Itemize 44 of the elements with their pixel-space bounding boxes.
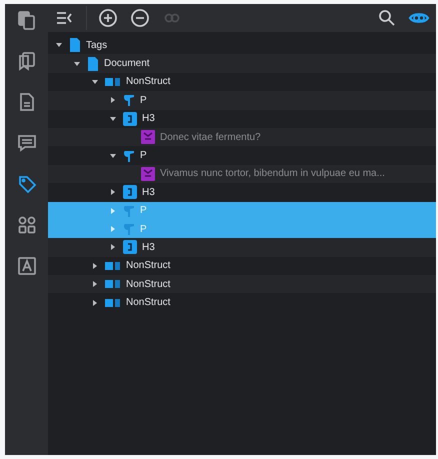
pilcrow-icon	[123, 222, 135, 236]
tree-row[interactable]: NonStruct	[48, 275, 436, 294]
layout-tab[interactable]	[16, 215, 36, 235]
caret-icon[interactable]	[109, 114, 117, 123]
heading-icon	[123, 185, 137, 200]
pilcrow-icon	[123, 93, 135, 108]
pilcrow-icon	[123, 204, 135, 218]
tree-row[interactable]: H3	[48, 238, 436, 257]
pilcrow-icon	[123, 148, 135, 163]
caret-icon[interactable]	[91, 298, 99, 307]
tree-row[interactable]: Donec vitae fermentu?	[48, 128, 436, 146]
page-icon	[69, 38, 81, 52]
caret-icon[interactable]	[109, 96, 117, 104]
tree-row[interactable]: H3	[48, 110, 436, 128]
caret-icon[interactable]	[55, 41, 63, 50]
tree-row[interactable]: Tags	[48, 36, 436, 54]
content-icon	[141, 130, 155, 144]
blocks-icon	[105, 260, 121, 271]
caret-icon[interactable]	[109, 152, 117, 160]
blocks-icon	[105, 298, 121, 308]
pages-tab[interactable]	[16, 10, 36, 30]
comments-tab[interactable]	[16, 133, 36, 153]
tree-row[interactable]: Vivamus nunc tortor, bibendum in vulpuae eu ma...	[48, 164, 436, 184]
page-icon	[87, 56, 99, 71]
remove-icon	[129, 7, 151, 29]
blocks-icon	[105, 76, 121, 87]
caret-icon[interactable]	[109, 243, 117, 252]
blocks-icon	[105, 279, 121, 290]
heading-icon	[123, 112, 137, 126]
caret-icon[interactable]	[73, 60, 81, 68]
caret-icon[interactable]	[91, 262, 99, 270]
tree-row[interactable]: Document	[48, 54, 436, 73]
tree-row[interactable]: P	[48, 91, 436, 110]
caret-icon[interactable]	[91, 78, 99, 86]
caret-icon[interactable]	[109, 188, 117, 196]
add-button[interactable]	[97, 7, 119, 29]
content-icon	[141, 166, 155, 181]
add-icon	[97, 7, 119, 29]
text-field-tab[interactable]	[16, 256, 36, 276]
tags-tab[interactable]	[16, 174, 36, 194]
remove-button[interactable]	[129, 7, 151, 29]
heading-icon	[123, 240, 137, 254]
bookmarks-tab[interactable]	[16, 51, 36, 71]
caret-icon[interactable]	[91, 280, 99, 288]
